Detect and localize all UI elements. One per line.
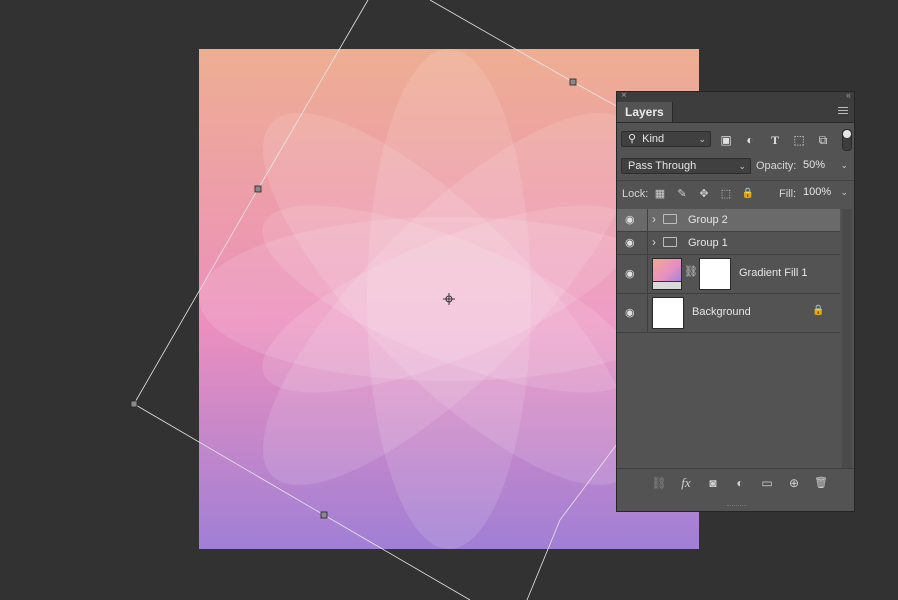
- layer-filter-kind-dropdown[interactable]: ⚲ Kind ⌄: [621, 131, 711, 147]
- visibility-toggle[interactable]: ◉: [617, 232, 648, 254]
- opacity-value: 50%: [803, 159, 826, 171]
- visibility-toggle[interactable]: ◉: [617, 294, 648, 332]
- opacity-label: Opacity:: [756, 160, 797, 172]
- lock-label: Lock:: [622, 188, 649, 200]
- panel-menu-icon[interactable]: [838, 107, 848, 115]
- resize-grip[interactable]: [727, 505, 747, 508]
- layer-name: Group 1: [688, 237, 728, 249]
- visibility-toggle[interactable]: ◉: [617, 255, 648, 293]
- background-thumbnail: [652, 297, 684, 329]
- folder-icon: [663, 214, 677, 224]
- shape-filter-icon[interactable]: ⬚: [791, 132, 807, 148]
- layers-panel: × ‹‹ Layers ⚲ Kind ⌄ ▣ ◐ T ⬚ ⧉ Pass Thro…: [616, 90, 855, 512]
- blend-mode-dropdown[interactable]: Pass Through ⌄: [621, 158, 751, 174]
- link-layers-icon[interactable]: ⛓: [651, 475, 667, 491]
- layers-scrollbar[interactable]: [842, 209, 852, 479]
- panel-title-bar: × ‹‹: [617, 90, 854, 102]
- new-group-icon[interactable]: ▭: [759, 475, 775, 491]
- expand-arrow-icon[interactable]: ›: [652, 235, 656, 249]
- type-filter-icon[interactable]: T: [767, 132, 783, 148]
- delete-layer-icon[interactable]: 🗑: [813, 475, 829, 491]
- layer-name: Background: [692, 306, 751, 318]
- chevron-down-icon: ⌄: [738, 161, 746, 171]
- lock-all-icon[interactable]: 🔒: [741, 187, 755, 201]
- lock-icon[interactable]: 🔒: [812, 305, 824, 316]
- opacity-field[interactable]: 50% ⌄: [797, 158, 852, 174]
- link-icon[interactable]: ⛓: [684, 265, 698, 278]
- chevron-down-icon[interactable]: ⌄: [840, 185, 848, 200]
- new-layer-icon[interactable]: ⊕: [786, 475, 802, 491]
- fill-field[interactable]: 100% ⌄: [797, 185, 852, 201]
- adjustment-filter-icon[interactable]: ◐: [742, 132, 758, 148]
- layer-row-gradient-fill-1[interactable]: ◉ ⛓ Gradient Fill 1: [617, 255, 840, 294]
- chevron-down-icon: ⌄: [698, 134, 706, 144]
- layer-row-background[interactable]: ◉ Background 🔒: [617, 294, 840, 333]
- add-mask-icon[interactable]: ◙: [705, 475, 721, 491]
- lock-artboard-icon[interactable]: ⬚: [719, 187, 733, 201]
- folder-icon: [663, 237, 677, 247]
- lock-image-pixels-icon[interactable]: ✎: [675, 187, 689, 201]
- blend-mode-value: Pass Through: [628, 160, 697, 172]
- gradient-thumbnail: [652, 258, 682, 290]
- tab-layers[interactable]: Layers: [617, 102, 673, 122]
- adjustment-layer-icon[interactable]: ◐: [732, 475, 748, 491]
- visibility-toggle[interactable]: ◉: [617, 209, 648, 231]
- filter-toggle-switch[interactable]: [842, 129, 852, 151]
- eye-icon[interactable]: ◉: [625, 215, 639, 226]
- layer-row-group-1[interactable]: ◉ › Group 1: [617, 232, 840, 255]
- lock-transparent-pixels-icon[interactable]: ▦: [653, 187, 667, 201]
- image-filter-icon[interactable]: ▣: [718, 132, 734, 148]
- panel-tab-bar: Layers: [617, 102, 854, 123]
- layer-row-group-2[interactable]: ◉ › Group 2: [617, 209, 840, 232]
- eye-icon[interactable]: ◉: [625, 308, 639, 319]
- divider: [617, 180, 854, 181]
- filter-kind-label: Kind: [642, 133, 665, 145]
- fill-label: Fill:: [779, 188, 797, 200]
- layer-mask-thumbnail[interactable]: [699, 258, 731, 290]
- search-icon: ⚲: [628, 133, 637, 145]
- close-icon[interactable]: ×: [621, 90, 627, 101]
- collapse-icon[interactable]: ‹‹: [846, 90, 851, 100]
- eye-icon[interactable]: ◉: [625, 238, 639, 249]
- fill-value: 100%: [803, 186, 832, 198]
- chevron-down-icon[interactable]: ⌄: [840, 158, 848, 173]
- lock-position-icon[interactable]: ✥: [697, 187, 711, 201]
- expand-arrow-icon[interactable]: ›: [652, 212, 656, 226]
- layer-name: Gradient Fill 1: [739, 267, 808, 279]
- layer-name: Group 2: [688, 214, 728, 226]
- layers-list: ◉ › Group 2 ◉ › Group 1 ◉ ⛓ Gradient Fil…: [617, 209, 840, 479]
- smart-object-filter-icon[interactable]: ⧉: [815, 132, 831, 148]
- eye-icon[interactable]: ◉: [625, 269, 639, 280]
- panel-bottom-toolbar: ⛓ fx ◙ ◐ ▭ ⊕ 🗑: [617, 468, 854, 511]
- fx-icon[interactable]: fx: [678, 475, 694, 491]
